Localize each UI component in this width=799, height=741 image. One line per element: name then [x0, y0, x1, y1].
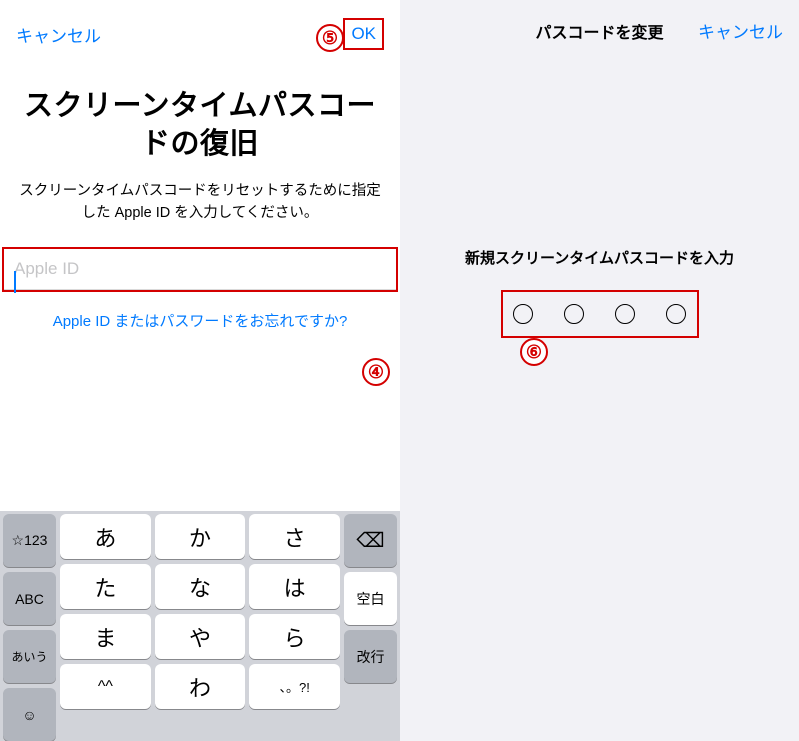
- key-enter[interactable]: 改行: [344, 630, 397, 683]
- apple-id-highlight-box: [2, 247, 398, 292]
- key-emoji[interactable]: ☺: [3, 688, 56, 741]
- key-ka[interactable]: か: [155, 514, 246, 559]
- screen-new-passcode: パスコードを変更 キャンセル 新規スクリーンタイムパスコードを入力 ⑥: [400, 0, 799, 741]
- key-punct[interactable]: 、。?!: [249, 664, 340, 709]
- key-abc-mode[interactable]: ABC: [3, 572, 56, 625]
- key-wa[interactable]: わ: [155, 664, 246, 709]
- cancel-button[interactable]: キャンセル: [16, 22, 101, 47]
- annotation-4: ④: [362, 358, 390, 386]
- passcode-dot-2[interactable]: [564, 304, 584, 324]
- forgot-link[interactable]: Apple ID またはパスワードをお忘れですか?: [0, 292, 400, 349]
- key-ra[interactable]: ら: [249, 614, 340, 659]
- ok-button[interactable]: OK: [349, 24, 378, 43]
- keyboard: ☆123 ABC あいう ☺ あ か さ た な は ま や ら ^^ わ 、。…: [0, 511, 400, 741]
- key-ya[interactable]: や: [155, 614, 246, 659]
- screen-recovery: キャンセル OK ⑤ スクリーンタイムパスコードの復旧 スクリーンタイムパスコー…: [0, 0, 400, 741]
- apple-id-input[interactable]: [4, 249, 396, 290]
- passcode-dots-box: [501, 290, 699, 338]
- key-ma[interactable]: ま: [60, 614, 151, 659]
- ok-highlight-box: OK: [343, 18, 384, 50]
- nav-title: パスコードを変更: [506, 19, 693, 43]
- key-kana-mode[interactable]: あいう: [3, 630, 56, 683]
- passcode-dot-4[interactable]: [666, 304, 686, 324]
- key-ta[interactable]: た: [60, 564, 151, 609]
- key-sa[interactable]: さ: [249, 514, 340, 559]
- page-title: スクリーンタイムパスコードの復旧: [0, 58, 400, 173]
- passcode-prompt: 新規スクリーンタイムパスコードを入力: [400, 247, 799, 268]
- passcode-dot-1[interactable]: [513, 304, 533, 324]
- text-cursor: [14, 271, 16, 293]
- annotation-5: ⑤: [316, 24, 344, 52]
- passcode-dot-3[interactable]: [615, 304, 635, 324]
- page-subtitle: スクリーンタイムパスコードをリセットするために指定した Apple ID を入力…: [0, 173, 400, 247]
- nav-bar-right: パスコードを変更 キャンセル: [400, 0, 799, 51]
- key-num-mode[interactable]: ☆123: [3, 514, 56, 567]
- key-shift[interactable]: ^^: [60, 664, 151, 709]
- key-backspace[interactable]: ⌫: [344, 514, 397, 567]
- annotation-6: ⑥: [520, 338, 548, 366]
- key-na[interactable]: な: [155, 564, 246, 609]
- cancel-button-right[interactable]: キャンセル: [693, 18, 783, 43]
- key-ha[interactable]: は: [249, 564, 340, 609]
- key-space[interactable]: 空白: [344, 572, 397, 625]
- key-a[interactable]: あ: [60, 514, 151, 559]
